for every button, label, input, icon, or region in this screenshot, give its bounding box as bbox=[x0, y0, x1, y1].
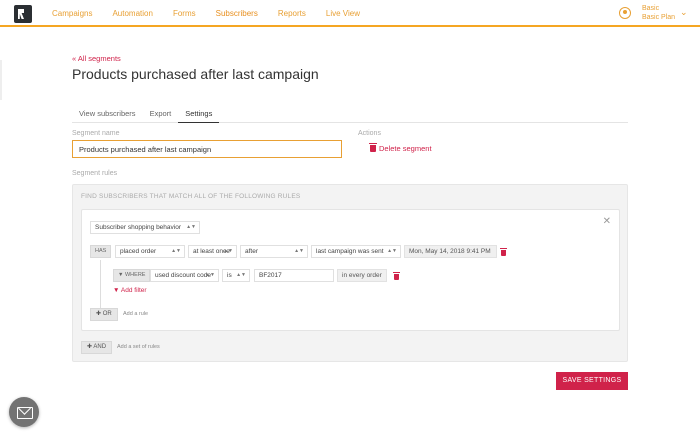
filter-operator-value: is bbox=[227, 272, 232, 279]
date-field[interactable]: Mon, May 14, 2018 9:41 PM bbox=[404, 245, 497, 258]
segment-rules-label: Segment rules bbox=[72, 170, 118, 177]
select-arrow-icon: ▲▼ bbox=[171, 248, 181, 254]
filter-icon: ▼ bbox=[113, 287, 121, 294]
trash-icon bbox=[369, 143, 377, 152]
segment-tabs: View subscribers Export Settings bbox=[72, 104, 628, 123]
and-label: AND bbox=[93, 344, 107, 350]
filter-field-value: used discount code bbox=[155, 272, 212, 279]
select-arrow-icon: ▲▼ bbox=[223, 248, 233, 254]
add-rule-hint: Add a rule bbox=[123, 311, 149, 317]
rule-category-select[interactable]: Subscriber shopping behavior ▲▼ bbox=[90, 221, 200, 234]
chevron-down-icon: ⌄ bbox=[680, 7, 688, 17]
filter-operator-select[interactable]: is ▲▼ bbox=[222, 269, 250, 282]
tab-view-subscribers[interactable]: View subscribers bbox=[72, 104, 143, 123]
select-arrow-icon: ▲▼ bbox=[205, 272, 215, 278]
nav-subscribers[interactable]: Subscribers bbox=[216, 0, 258, 27]
nav-campaigns[interactable]: Campaigns bbox=[52, 0, 92, 27]
add-filter-label: Add filter bbox=[120, 287, 147, 294]
add-filter-button[interactable]: ▼ Add filter bbox=[113, 287, 147, 294]
rules-heading: FIND SUBSCRIBERS THAT MATCH ALL OF THE F… bbox=[81, 193, 301, 200]
nav-live-view[interactable]: Live View bbox=[326, 0, 360, 27]
account-menu[interactable]: Basic Basic Plan ⌄ bbox=[614, 4, 694, 24]
quantifier-select[interactable]: at least once ▲▼ bbox=[188, 245, 237, 258]
reference-select[interactable]: last campaign was sent ▲▼ bbox=[311, 245, 401, 258]
actions-label: Actions bbox=[358, 130, 381, 137]
reference-value: last campaign was sent bbox=[316, 248, 384, 255]
has-tag: HAS bbox=[90, 245, 112, 258]
and-button[interactable]: ✚ AND bbox=[81, 341, 113, 354]
select-arrow-icon: ▲▼ bbox=[186, 224, 196, 230]
segment-name-input[interactable] bbox=[72, 140, 342, 158]
main-nav: Campaigns Automation Forms Subscribers R… bbox=[52, 0, 380, 27]
filter-value-input[interactable] bbox=[254, 269, 334, 282]
action-value: placed order bbox=[120, 248, 157, 255]
tab-settings[interactable]: Settings bbox=[178, 104, 220, 123]
rules-panel: FIND SUBSCRIBERS THAT MATCH ALL OF THE F… bbox=[72, 184, 628, 362]
trash-icon[interactable] bbox=[393, 272, 400, 280]
select-arrow-icon: ▲▼ bbox=[387, 248, 397, 254]
top-nav-bar: Campaigns Automation Forms Subscribers R… bbox=[0, 0, 700, 27]
account-plan: Basic Plan bbox=[642, 14, 676, 21]
filter-scope[interactable]: in every order bbox=[337, 269, 387, 282]
app-logo[interactable] bbox=[14, 5, 32, 23]
rule-connector-line bbox=[100, 260, 101, 315]
filter-field-select[interactable]: used discount code ▲▼ bbox=[150, 269, 219, 282]
close-icon[interactable]: ✕ bbox=[603, 216, 611, 227]
or-label: OR bbox=[102, 311, 112, 317]
left-edge-divider bbox=[0, 60, 2, 100]
where-tag: ▼ WHERE bbox=[113, 269, 151, 282]
save-settings-button[interactable]: SAVE SETTINGS bbox=[556, 372, 628, 390]
account-name: Basic bbox=[642, 5, 660, 12]
avatar-icon bbox=[619, 7, 631, 19]
timing-value: after bbox=[245, 248, 259, 255]
back-to-segments-link[interactable]: « All segments bbox=[72, 54, 121, 63]
trash-icon[interactable] bbox=[500, 248, 507, 256]
nav-forms[interactable]: Forms bbox=[173, 0, 196, 27]
delete-segment-button[interactable]: Delete segment bbox=[369, 143, 432, 153]
page-title: Products purchased after last campaign bbox=[72, 66, 319, 82]
or-button[interactable]: ✚ OR bbox=[90, 308, 118, 321]
where-label: WHERE bbox=[124, 272, 146, 278]
rule-set: ✕ Subscriber shopping behavior ▲▼ HAS pla… bbox=[81, 209, 620, 331]
mail-icon[interactable] bbox=[9, 397, 39, 427]
plus-icon: ✚ bbox=[96, 311, 103, 317]
action-select[interactable]: placed order ▲▼ bbox=[115, 245, 185, 258]
rule-category-value: Subscriber shopping behavior bbox=[95, 224, 181, 231]
delete-segment-label: Delete segment bbox=[379, 144, 432, 153]
segment-name-label: Segment name bbox=[72, 130, 120, 137]
nav-automation[interactable]: Automation bbox=[112, 0, 152, 27]
select-arrow-icon: ▲▼ bbox=[294, 248, 304, 254]
nav-reports[interactable]: Reports bbox=[278, 0, 306, 27]
timing-select[interactable]: after ▲▼ bbox=[240, 245, 308, 258]
add-set-hint: Add a set of rules bbox=[117, 344, 160, 350]
select-arrow-icon: ▲▼ bbox=[236, 272, 246, 278]
tab-export[interactable]: Export bbox=[143, 104, 179, 123]
filter-icon: ▼ bbox=[118, 272, 125, 278]
